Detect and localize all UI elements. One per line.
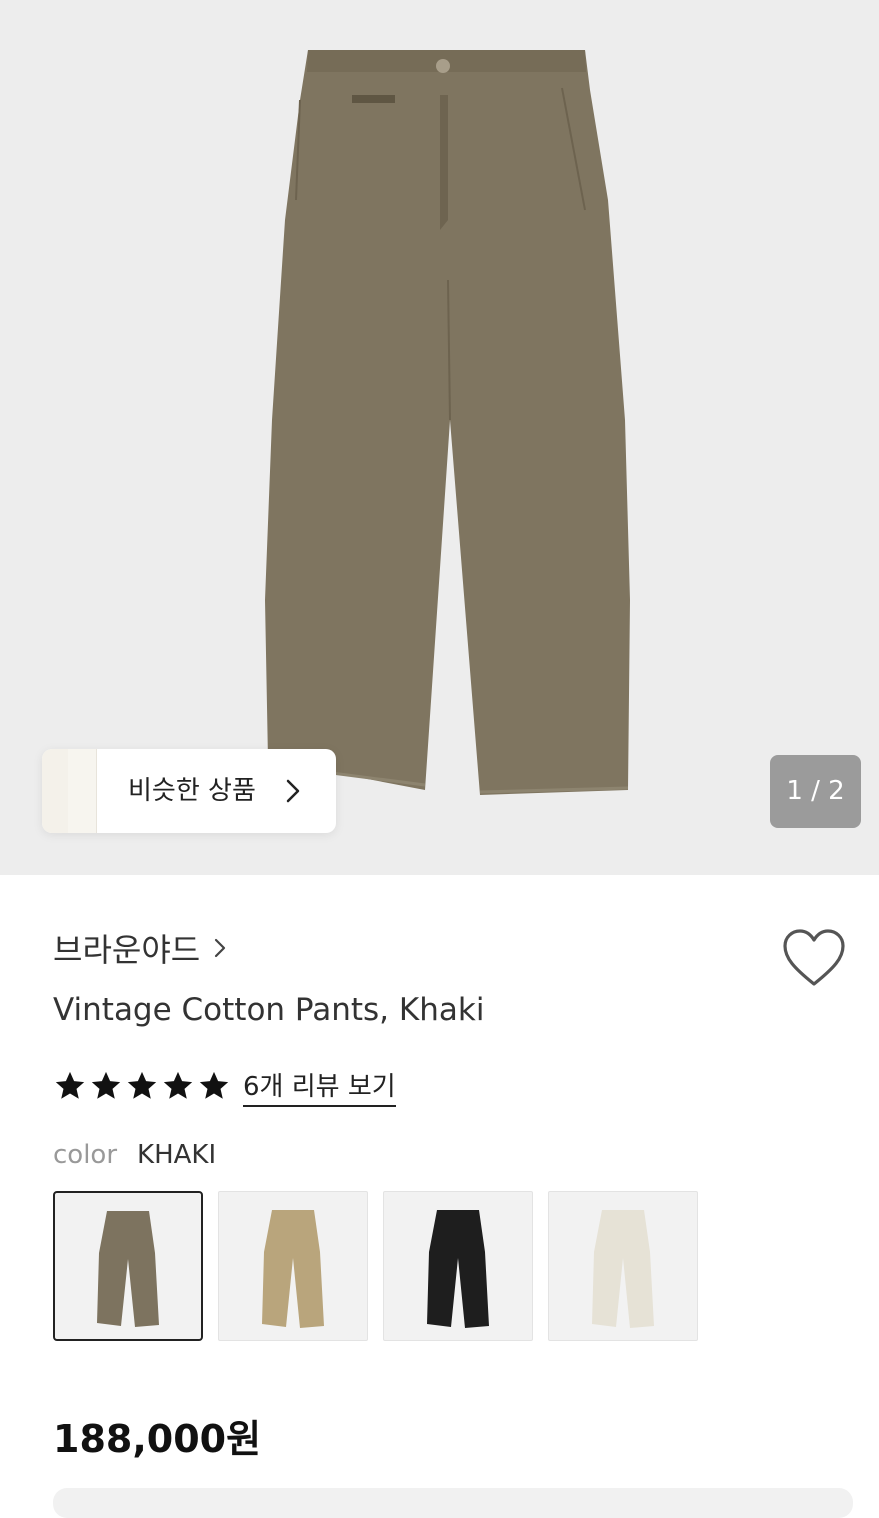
- rating-stars: [53, 1069, 231, 1103]
- product-image-gallery[interactable]: 비슷한 상품 1 / 2: [0, 0, 879, 875]
- star-icon: [91, 1071, 121, 1099]
- star-icon: [127, 1071, 157, 1099]
- chevron-right-icon: [215, 938, 226, 958]
- heart-icon[interactable]: [780, 928, 848, 990]
- swatch-thumbnail: [97, 1211, 159, 1327]
- swatch-thumbnail: [262, 1210, 324, 1328]
- similar-products-thumbnails: [42, 749, 97, 833]
- color-swatch-khaki[interactable]: [53, 1191, 203, 1341]
- color-row: color KHAKI: [53, 1140, 216, 1170]
- color-swatch-ivory[interactable]: [548, 1191, 698, 1341]
- similar-thumb: [68, 749, 97, 833]
- bottom-panel: [53, 1488, 853, 1518]
- color-swatch-black[interactable]: [383, 1191, 533, 1341]
- color-swatches: [53, 1191, 698, 1341]
- swatch-thumbnail: [427, 1210, 489, 1328]
- brand-name: 브라운야드: [53, 931, 201, 969]
- star-icon: [163, 1071, 193, 1099]
- similar-products-label: 비슷한 상품: [128, 776, 256, 806]
- product-image: [265, 50, 630, 795]
- similar-products-button[interactable]: 비슷한 상품: [42, 749, 336, 833]
- star-icon: [199, 1071, 229, 1099]
- brand-link[interactable]: 브라운야드: [53, 925, 226, 971]
- color-label: color: [53, 1140, 118, 1170]
- rating-row: 6개 리뷰 보기: [53, 1063, 396, 1109]
- reviews-link[interactable]: 6개 리뷰 보기: [243, 1066, 396, 1107]
- chevron-right-icon: [286, 779, 300, 803]
- color-swatch-beige[interactable]: [218, 1191, 368, 1341]
- color-value: KHAKI: [137, 1140, 217, 1170]
- similar-thumb: [42, 749, 71, 833]
- product-price: 188,000원: [53, 1417, 262, 1461]
- product-title: Vintage Cotton Pants, Khaki: [53, 992, 485, 1028]
- swatch-thumbnail: [592, 1210, 654, 1328]
- star-icon: [55, 1071, 85, 1099]
- image-pager: 1 / 2: [770, 755, 861, 828]
